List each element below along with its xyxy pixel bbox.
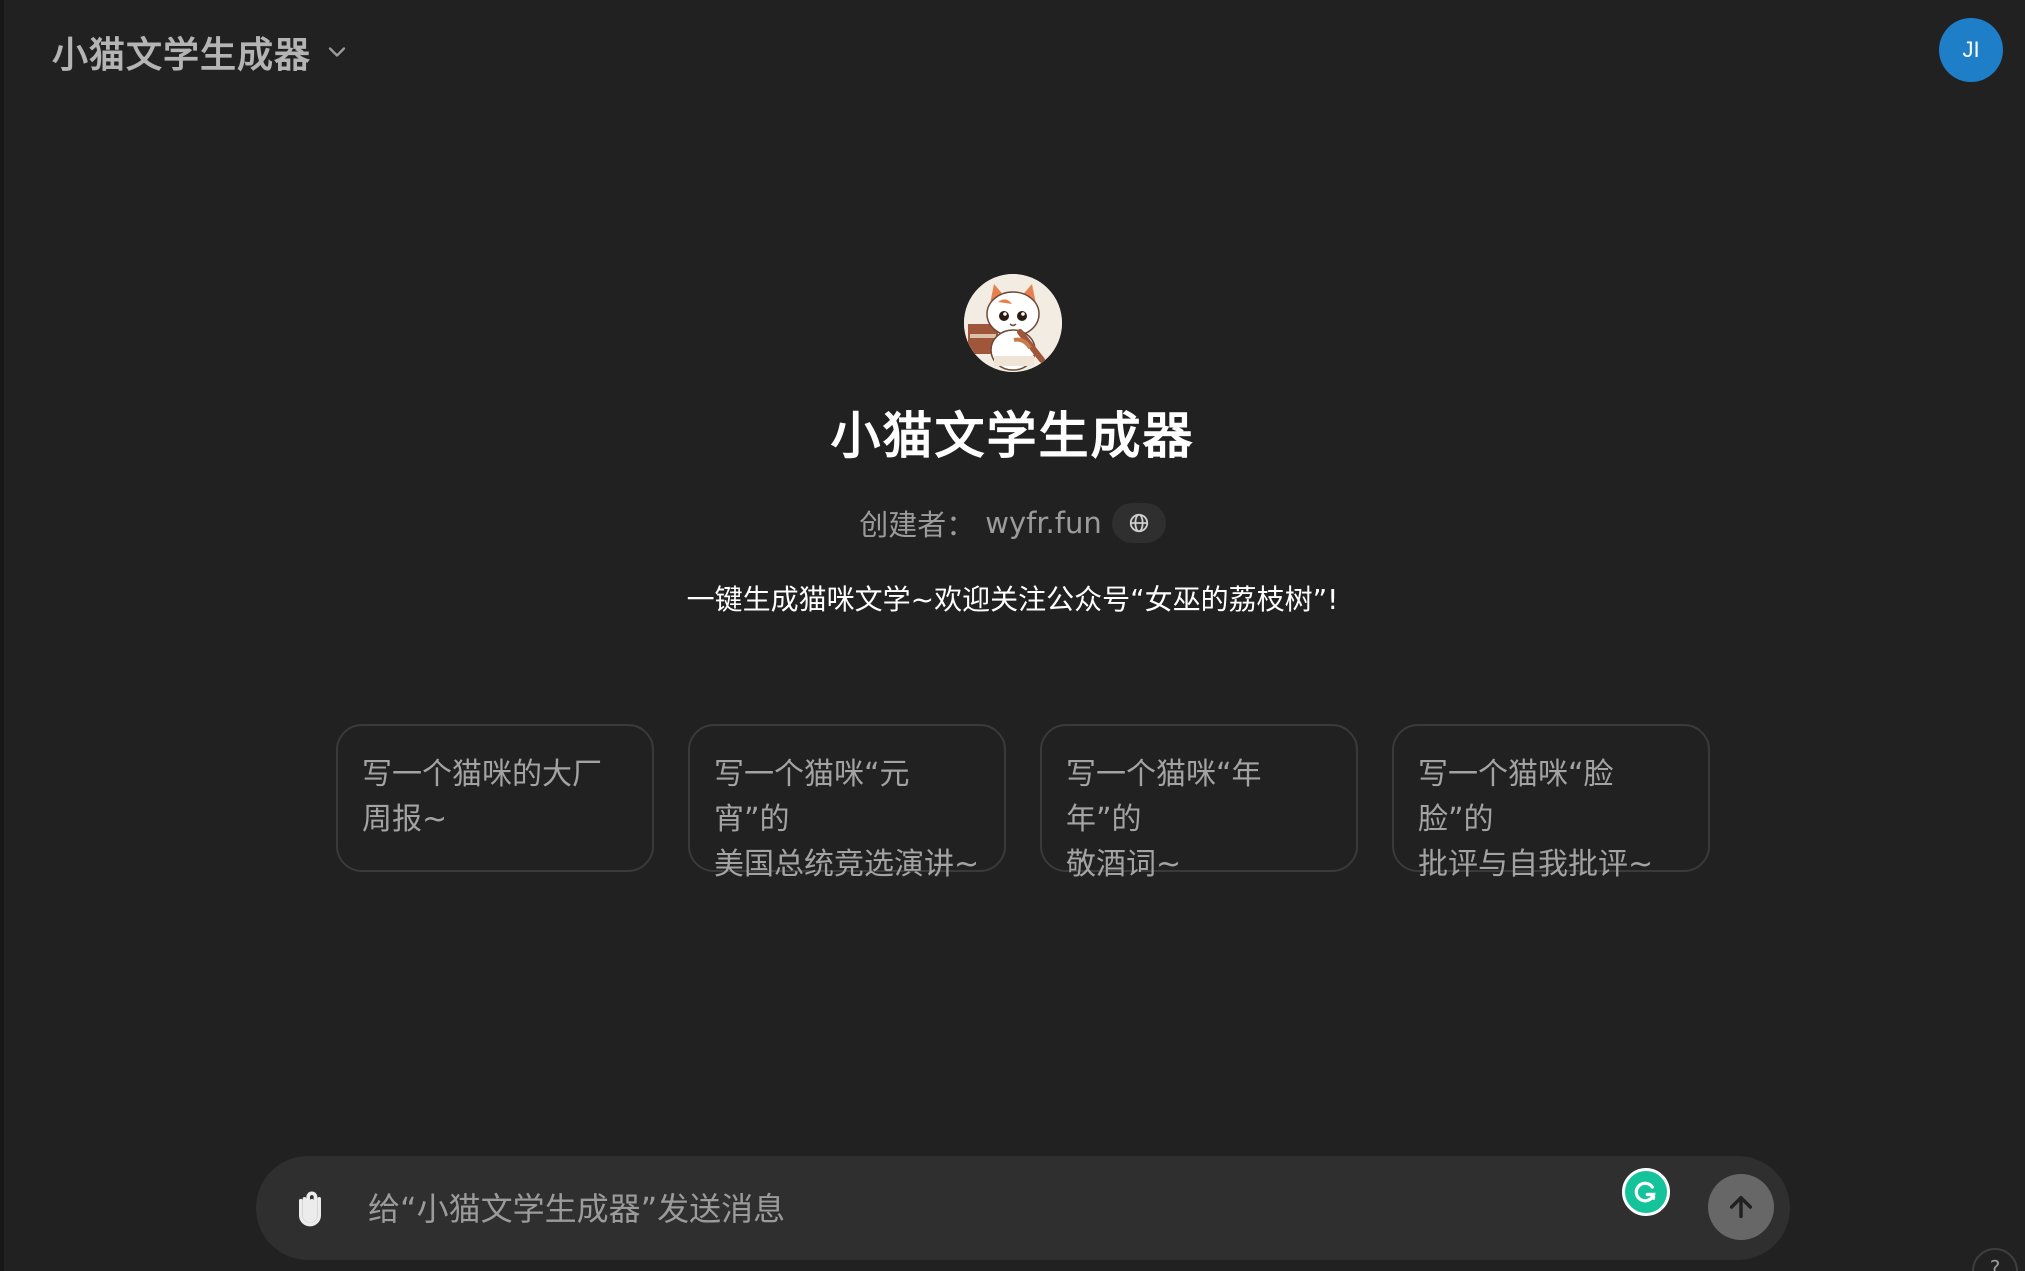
message-input[interactable]: [366, 1182, 1540, 1236]
suggestion-line: 写一个猫咪“脸脸”的: [1418, 757, 1614, 837]
suggestion-line: 写一个猫咪“年年”的: [1066, 757, 1262, 837]
help-button[interactable]: ?: [1972, 1248, 2018, 1271]
chat-app: 小猫文学生成器 JI 小猫文学生成器 创建者： wyfr.fun 一键生成猫咪文…: [0, 0, 2025, 1271]
user-initials: JI: [1962, 37, 1980, 62]
gpt-name: 小猫文学生成器: [830, 407, 1195, 465]
send-button[interactable]: [1708, 1174, 1774, 1240]
gpt-description: 一键生成猫咪文学~欢迎关注公众号“女巫的荔枝树”!: [686, 583, 1339, 616]
gpt-switcher-title: 小猫文学生成器: [52, 35, 312, 76]
user-avatar[interactable]: JI: [1939, 18, 2003, 82]
suggestion-line: 美国总统竞选演讲~: [714, 847, 980, 882]
grammarly-icon[interactable]: [1622, 1168, 1670, 1216]
suggestion-line: 周报~: [362, 802, 448, 837]
chevron-down-icon: [328, 47, 346, 57]
gpt-switcher-button[interactable]: 小猫文学生成器: [40, 22, 363, 82]
suggestion-list: 写一个猫咪的大厂 周报~ 写一个猫咪“元宵”的 美国总统竞选演讲~ 写一个猫咪“…: [336, 724, 1710, 882]
suggestion-card[interactable]: 写一个猫咪的大厂 周报~: [336, 724, 654, 872]
suggestion-line: 敬酒词~: [1066, 847, 1182, 882]
suggestion-line: 批评与自我批评~: [1418, 847, 1654, 882]
suggestion-line: 写一个猫咪的大厂: [362, 757, 602, 792]
message-composer: [256, 1156, 1790, 1260]
creator-row: 创建者： wyfr.fun: [859, 502, 1166, 544]
creator-website-button[interactable]: [1111, 503, 1166, 543]
globe-icon: [1129, 513, 1148, 533]
suggestion-card[interactable]: 写一个猫咪“元宵”的 美国总统竞选演讲~: [688, 724, 1006, 882]
help-label: ?: [1989, 1256, 2001, 1271]
arrow-up-icon: [1729, 1195, 1753, 1219]
creator-label: 创建者：: [859, 508, 976, 542]
suggestion-card[interactable]: 写一个猫咪“脸脸”的 批评与自我批评~: [1392, 724, 1710, 882]
creator-name: wyfr.fun: [985, 506, 1102, 540]
suggestion-line: 写一个猫咪“元宵”的: [714, 757, 910, 837]
gpt-intro: 小猫文学生成器 创建者： wyfr.fun 一键生成猫咪文学~欢迎关注公众号“女…: [0, 274, 2025, 618]
suggestion-card[interactable]: 写一个猫咪“年年”的 敬酒词~: [1040, 724, 1358, 882]
gpt-logo-image: [963, 274, 1062, 372]
paperclip-icon[interactable]: [288, 1186, 332, 1230]
sidebar-edge: [0, 0, 4, 1271]
